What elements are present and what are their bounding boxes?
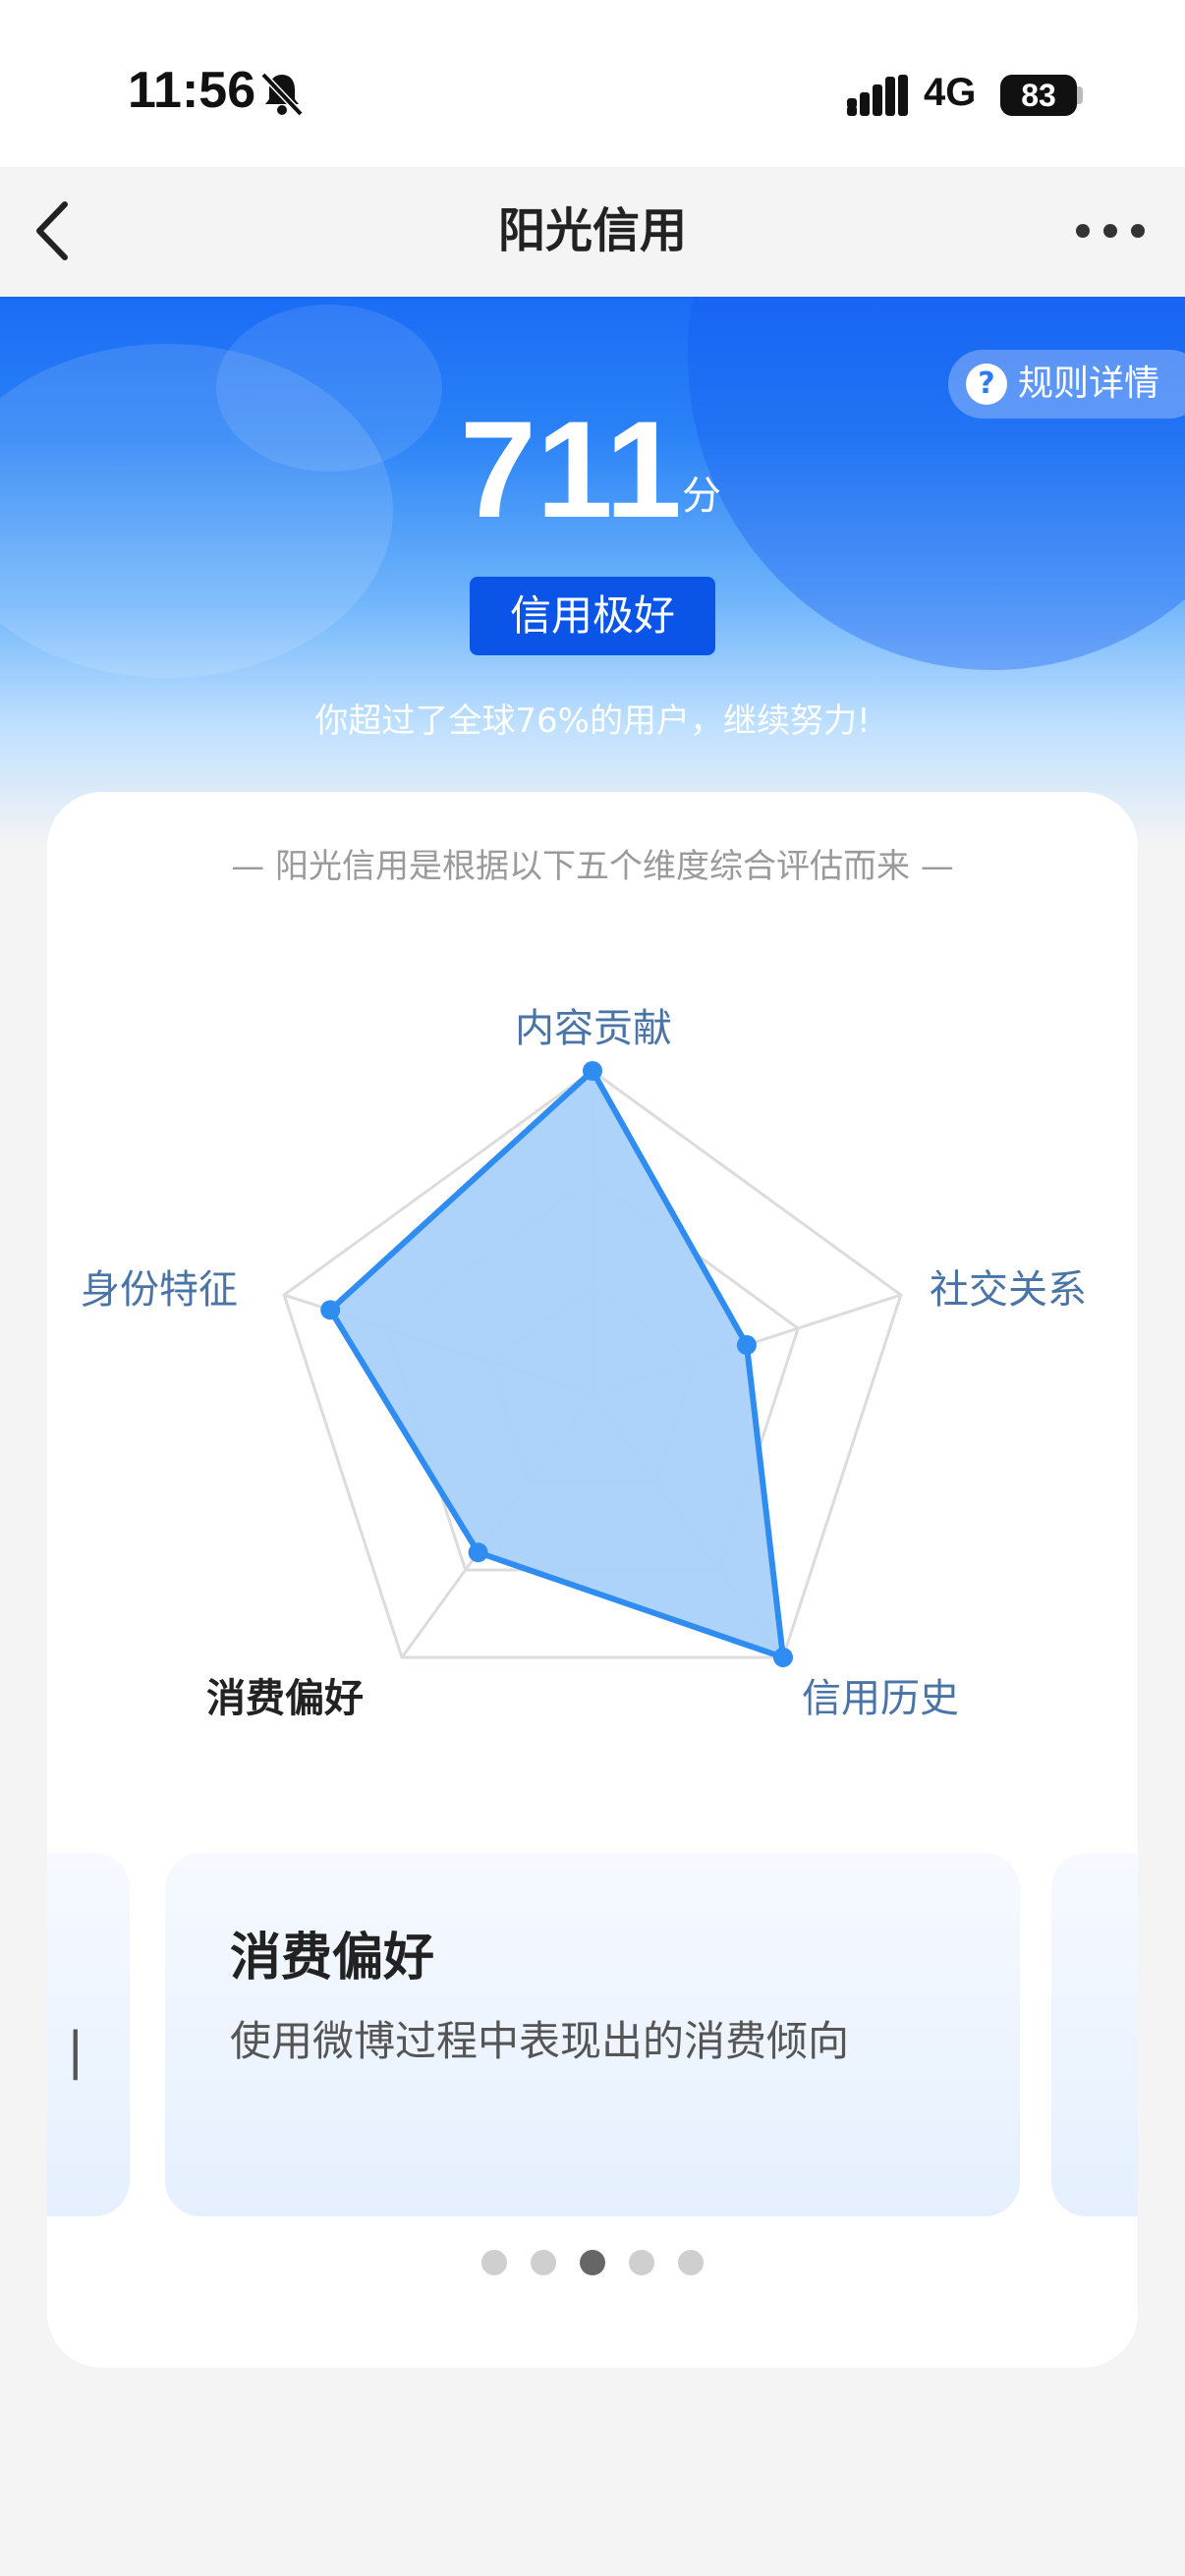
radar-label-history[interactable]: 信用历史 (802, 1666, 959, 1723)
credit-score: 711 (460, 392, 682, 546)
pagination-dot[interactable] (531, 2250, 556, 2275)
score-unit: 分 (682, 474, 721, 519)
status-time: 11:56 (128, 62, 256, 119)
status-bar: 11:56 4G 83 (0, 0, 1185, 167)
signal-icon (847, 75, 908, 116)
network-label: 4G (924, 71, 977, 114)
credit-level-badge: 信用极好 (470, 577, 715, 655)
carousel-slide-next[interactable] (1051, 1853, 1138, 2216)
pagination-dot[interactable] (678, 2250, 704, 2275)
pagination-dot[interactable] (580, 2250, 605, 2275)
radar-point (320, 1300, 341, 1320)
credit-card: — 阳光信用是根据以下五个维度综合评估而来 — 内容贡献 社交关系 信用历史 消… (47, 792, 1138, 2368)
percentile-text: 你超过了全球76%的用户，继续努力! (314, 701, 871, 741)
battery-icon: 83 (1000, 75, 1077, 116)
bell-mute-icon (260, 72, 304, 117)
battery-tip (1077, 86, 1083, 104)
slide-description: 使用微博过程中表现出的消费倾向 (230, 2017, 850, 2065)
radar-label-social[interactable]: 社交关系 (930, 1258, 1087, 1315)
radar-point (772, 1647, 793, 1667)
carousel-slide-prev[interactable]: | (47, 1853, 130, 2216)
carousel-pagination (47, 2250, 1138, 2279)
page-title: 阳光信用 (497, 203, 687, 258)
dimension-carousel[interactable]: | 消费偏好 使用微博过程中表现出的消费倾向 (47, 1853, 1138, 2226)
slide-title: 消费偏好 (230, 1929, 435, 1988)
pagination-dot[interactable] (629, 2250, 654, 2275)
hero-decoration (216, 305, 442, 472)
rules-detail-label[interactable]: 规则详情 (1018, 358, 1159, 411)
radar-point (468, 1542, 488, 1563)
more-dots-icon[interactable] (1071, 214, 1150, 248)
radar-label-content[interactable]: 内容贡献 (515, 996, 672, 1053)
radar-point (583, 1061, 602, 1081)
radar-label-identity[interactable]: 身份特征 (81, 1258, 238, 1315)
question-icon[interactable]: ? (966, 364, 1007, 405)
slide-fragment: | (67, 2022, 85, 2081)
carousel-slide-current[interactable]: 消费偏好 使用微博过程中表现出的消费倾向 (165, 1853, 1020, 2216)
radar-label-consumption[interactable]: 消费偏好 (206, 1666, 364, 1723)
radar-point (736, 1335, 757, 1356)
pagination-dot[interactable] (481, 2250, 507, 2275)
